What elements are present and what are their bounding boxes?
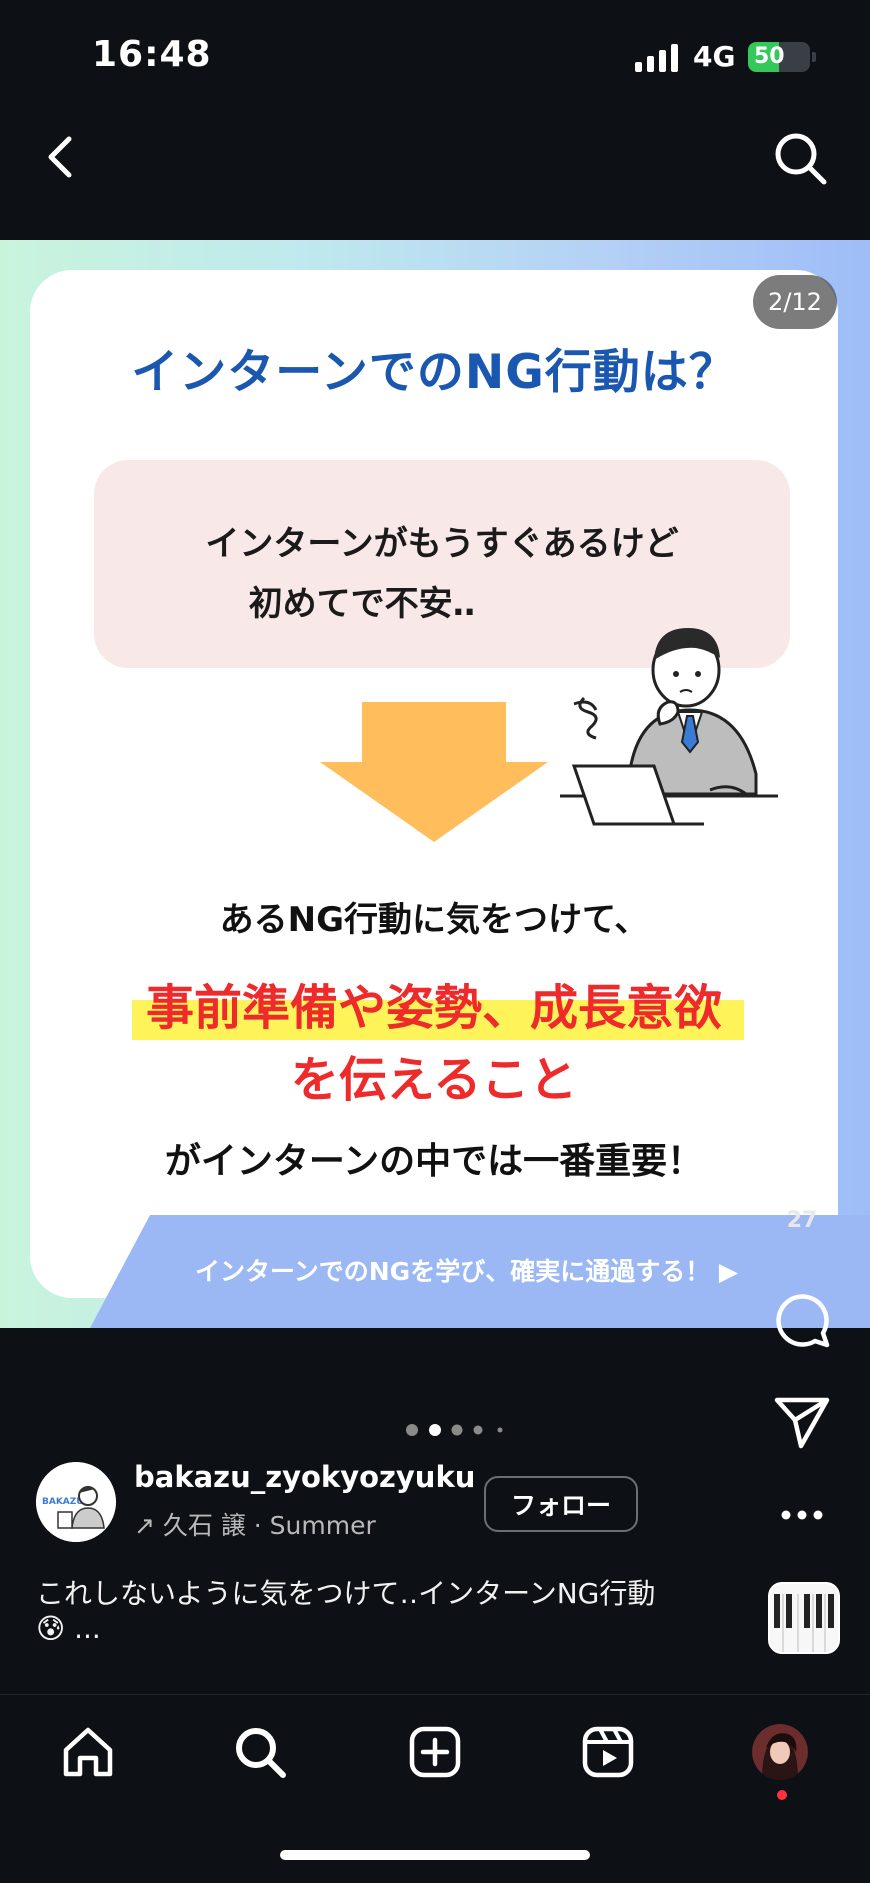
more-icon (781, 1510, 823, 1520)
audio-thumbnail[interactable] (768, 1582, 840, 1654)
comment-icon (776, 1294, 830, 1348)
battery-cap (812, 52, 816, 62)
search-button[interactable] (770, 128, 830, 188)
down-arrow-icon (320, 702, 548, 842)
more-button[interactable] (775, 1500, 829, 1530)
search-icon (236, 1728, 286, 1778)
network-type: 4G (693, 40, 736, 73)
plus-square-icon (409, 1726, 461, 1778)
tab-search[interactable] (228, 1720, 292, 1784)
like-button[interactable] (771, 1128, 835, 1186)
slide-footer-text: インターンでのNGを学び、確実に通過する！ ▶ (195, 1257, 739, 1286)
ng-behavior-line: あるNG行動に気をつけて、 (219, 900, 649, 940)
heart-icon (772, 1129, 834, 1184)
notification-dot (777, 1790, 787, 1800)
worried-businessman-illustration (560, 628, 778, 826)
worry-text-line2: 初めてで不安‥ (248, 584, 476, 624)
avatar-logo-text: BAKAZU (42, 1497, 84, 1507)
audio-track-label[interactable]: ↗ 久石 譲 · Summer (134, 1506, 376, 1542)
tab-profile[interactable] (752, 1724, 808, 1780)
piano-keys-icon (770, 1584, 838, 1652)
worry-text-line1: インターンがもうすぐあるけど (205, 524, 679, 564)
chevron-left-icon (48, 136, 72, 178)
follow-button[interactable]: フォロー (484, 1476, 638, 1532)
home-indicator[interactable] (280, 1850, 590, 1860)
caption-more[interactable]: 😰 ... (36, 1612, 101, 1645)
comment-button[interactable] (772, 1290, 832, 1350)
battery-level: 50 (754, 44, 785, 69)
back-button[interactable] (30, 125, 90, 189)
like-count: 27 (786, 1208, 818, 1233)
status-time: 16:48 (92, 34, 212, 75)
reels-icon (582, 1726, 634, 1778)
slide-counter: 2/12 (753, 275, 837, 329)
caption-text[interactable]: これしないように気をつけて‥インターンNG行動 (36, 1572, 655, 1612)
carousel-indicator (406, 1424, 503, 1436)
signal-icon (635, 44, 678, 72)
tab-reels[interactable] (576, 1720, 640, 1784)
author-username[interactable]: bakazu_zyokyozyuku (134, 1460, 475, 1494)
key-message-line1: 事前準備や姿勢、成長意欲 (145, 980, 722, 1036)
battery-indicator: 50 (748, 42, 810, 72)
tab-home[interactable] (56, 1720, 120, 1784)
home-icon (63, 1727, 113, 1777)
key-message-line2: を伝えること (290, 1052, 578, 1108)
search-icon (775, 133, 827, 185)
profile-avatar-icon (752, 1724, 808, 1780)
slide-title: インターンでのNG行動は？ (131, 345, 737, 400)
share-button[interactable] (772, 1395, 832, 1451)
send-icon (774, 1397, 830, 1449)
avatar-image: BAKAZU (36, 1462, 116, 1542)
conclusion-line: がインターンの中では一番重要！ (164, 1141, 704, 1182)
author-avatar[interactable]: BAKAZU (36, 1462, 116, 1542)
tab-create[interactable] (403, 1720, 467, 1784)
